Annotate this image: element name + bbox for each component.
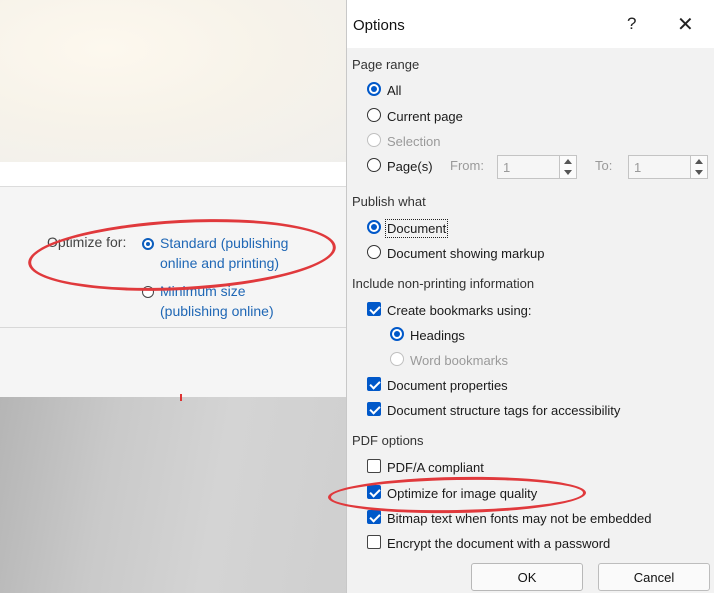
spin-up-icon[interactable] (564, 159, 572, 164)
create-bookmarks-label[interactable]: Create bookmarks using: (387, 303, 532, 318)
pages-label[interactable]: Page(s) (387, 159, 433, 174)
structure-tags-checkbox[interactable] (367, 402, 381, 416)
create-bookmarks-checkbox[interactable] (367, 302, 381, 316)
divider (0, 327, 352, 328)
decorative-mark (180, 394, 182, 401)
spin-down-icon[interactable] (695, 170, 703, 175)
pdfa-checkbox[interactable] (367, 459, 381, 473)
pdfa-label[interactable]: PDF/A compliant (387, 460, 484, 475)
to-label: To: (595, 158, 613, 173)
document-properties-checkbox[interactable] (367, 377, 381, 391)
word-bookmarks-label: Word bookmarks (410, 353, 509, 368)
document-radio[interactable] (367, 220, 381, 234)
minimum-size-option-line2[interactable]: (publishing online) (160, 301, 274, 321)
encrypt-checkbox[interactable] (367, 535, 381, 549)
current-page-label[interactable]: Current page (387, 109, 463, 124)
selection-radio (367, 133, 381, 147)
background-blur-top (0, 0, 352, 162)
document-properties-label[interactable]: Document properties (387, 378, 508, 393)
dialog-title: Options (353, 17, 405, 34)
from-label: From: (450, 158, 484, 173)
to-spin-arrows[interactable] (690, 156, 707, 178)
selection-label: Selection (387, 134, 441, 149)
background-blur-bottom (0, 397, 357, 593)
dialog-titlebar: Options ? ✕ (347, 0, 714, 48)
spin-up-icon[interactable] (695, 159, 703, 164)
cancel-button[interactable]: Cancel (598, 563, 710, 591)
from-value[interactable]: 1 (503, 160, 510, 175)
bitmap-text-label[interactable]: Bitmap text when fonts may not be embedd… (387, 511, 652, 526)
non-printing-heading: Include non-printing information (352, 276, 535, 291)
help-icon[interactable]: ? (627, 14, 636, 34)
encrypt-label[interactable]: Encrypt the document with a password (387, 536, 610, 551)
current-page-radio[interactable] (367, 108, 381, 122)
save-dialog-strip (0, 162, 352, 187)
document-label[interactable]: Document (384, 219, 449, 238)
spin-down-icon[interactable] (564, 170, 572, 175)
pages-radio[interactable] (367, 158, 381, 172)
close-icon[interactable]: ✕ (677, 12, 694, 37)
to-spinner[interactable]: 1 (628, 155, 708, 179)
headings-label[interactable]: Headings (410, 328, 465, 343)
word-bookmarks-radio (390, 352, 404, 366)
all-label[interactable]: All (387, 83, 401, 98)
all-radio[interactable] (367, 82, 381, 96)
ok-button[interactable]: OK (471, 563, 583, 591)
to-value[interactable]: 1 (634, 160, 641, 175)
from-spinner[interactable]: 1 (497, 155, 577, 179)
pdf-options-heading: PDF options (352, 433, 424, 448)
publish-what-heading: Publish what (352, 194, 426, 209)
document-markup-label[interactable]: Document showing markup (387, 246, 545, 261)
bitmap-text-checkbox[interactable] (367, 510, 381, 524)
page-range-heading: Page range (352, 57, 420, 72)
structure-tags-label[interactable]: Document structure tags for accessibilit… (387, 403, 620, 418)
from-spin-arrows[interactable] (559, 156, 576, 178)
document-markup-radio[interactable] (367, 245, 381, 259)
headings-radio[interactable] (390, 327, 404, 341)
